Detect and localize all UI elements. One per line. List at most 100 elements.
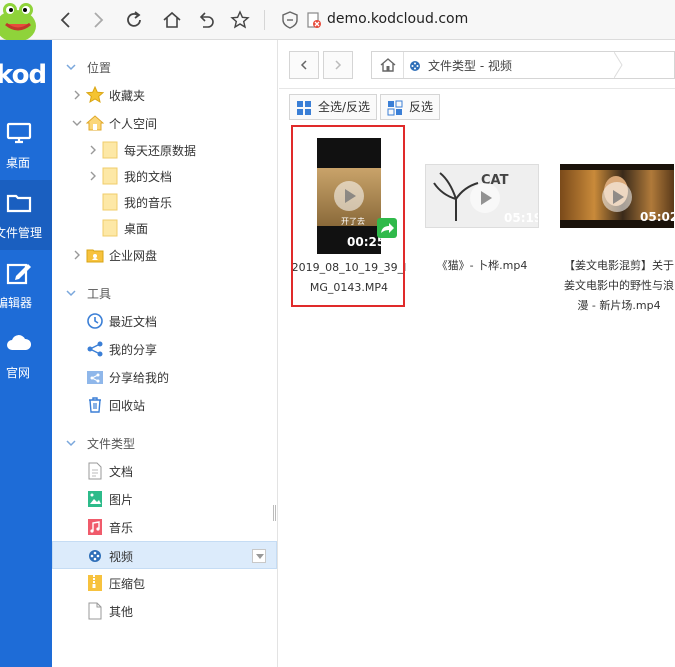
url-address[interactable]: demo.kodcloud.com bbox=[327, 11, 468, 27]
chevron-right-icon bbox=[90, 171, 96, 181]
security-shield[interactable] bbox=[278, 8, 302, 32]
folder-icon bbox=[102, 141, 118, 159]
tree-item-type-music[interactable]: 音乐 bbox=[52, 513, 277, 541]
invert-label: 反选 bbox=[409, 100, 434, 114]
chevron-down-icon bbox=[66, 440, 76, 447]
share-icon bbox=[87, 341, 103, 357]
tree-item-recycle-bin[interactable]: 回收站 bbox=[52, 391, 277, 419]
section-tools[interactable]: 工具 bbox=[52, 279, 277, 307]
tree-item-type-other[interactable]: 其他 bbox=[52, 597, 277, 625]
back-button[interactable] bbox=[54, 8, 78, 32]
tree-item-favorites[interactable]: 收藏夹 bbox=[52, 81, 277, 109]
section-location[interactable]: 位置 bbox=[52, 53, 277, 81]
selection-highlight bbox=[291, 125, 405, 307]
chevron-down-icon bbox=[66, 290, 76, 297]
play-icon bbox=[470, 183, 500, 213]
tree-item-type-video[interactable]: 视频 bbox=[52, 541, 277, 569]
video-duration: 05:02 bbox=[640, 210, 674, 224]
folder-icon bbox=[102, 167, 118, 185]
app-logo: kod bbox=[0, 60, 47, 90]
tree-item-label: 其他 bbox=[109, 605, 134, 619]
play-icon bbox=[602, 182, 632, 212]
frog-avatar-icon bbox=[0, 3, 36, 40]
rail-item-website[interactable]: 官网 bbox=[0, 320, 52, 390]
chevron-left-icon bbox=[300, 60, 307, 70]
rail-item-file-manager[interactable]: 文件管理 bbox=[0, 180, 52, 250]
archive-icon bbox=[88, 575, 102, 591]
tree-item-label: 每天还原数据 bbox=[124, 144, 197, 158]
tree-item-personal-space[interactable]: 个人空间 bbox=[52, 109, 277, 137]
sidebar-tree: 位置 收藏夹 个人空间 每天还原数据 我的文档 我的音乐 桌面 企业网盘 工具 bbox=[52, 40, 278, 667]
tree-item-daily-restore[interactable]: 每天还原数据 bbox=[52, 136, 277, 164]
tree-item-shared-with-me[interactable]: 分享给我的 bbox=[52, 363, 277, 391]
tree-item-type-archive[interactable]: 压缩包 bbox=[52, 569, 277, 597]
rail-item-label: 桌面 bbox=[6, 156, 31, 170]
insecure-site-indicator[interactable] bbox=[302, 8, 326, 32]
tree-item-label: 音乐 bbox=[109, 521, 134, 535]
section-file-types[interactable]: 文件类型 bbox=[52, 429, 277, 457]
bookmark-button[interactable] bbox=[228, 8, 252, 32]
tree-item-label: 桌面 bbox=[124, 222, 149, 236]
rail-item-label: 文件管理 bbox=[0, 226, 43, 240]
tree-item-enterprise[interactable]: 企业网盘 bbox=[52, 241, 277, 269]
tree-item-label: 收藏夹 bbox=[109, 89, 146, 103]
undo-button[interactable] bbox=[195, 8, 219, 32]
folder-icon bbox=[6, 194, 32, 213]
invert-selection-button[interactable]: 反选 bbox=[380, 94, 441, 120]
music-icon bbox=[88, 519, 102, 535]
tree-item-my-share[interactable]: 我的分享 bbox=[52, 335, 277, 363]
item-menu-dropdown[interactable] bbox=[252, 549, 266, 563]
monitor-icon bbox=[6, 122, 32, 144]
star-icon bbox=[230, 10, 250, 29]
section-label: 位置 bbox=[87, 61, 112, 75]
sidebar-resize-handle[interactable] bbox=[273, 505, 276, 521]
file-tile[interactable]: CAT 05:19 《猫》- 卜桦.mp4 bbox=[417, 134, 539, 304]
image-icon bbox=[88, 491, 102, 507]
tree-item-type-image[interactable]: 图片 bbox=[52, 485, 277, 513]
tree-item-label: 最近文档 bbox=[109, 315, 158, 329]
trash-icon bbox=[89, 397, 101, 413]
chevron-right-icon bbox=[74, 90, 80, 100]
rail-item-desktop[interactable]: 桌面 bbox=[0, 110, 52, 180]
path-home-button[interactable] bbox=[372, 52, 404, 78]
tree-item-label: 企业网盘 bbox=[109, 249, 158, 263]
rail-item-editor[interactable]: 编辑器 bbox=[0, 250, 52, 320]
breadcrumb-separator bbox=[614, 52, 623, 78]
breadcrumb[interactable]: 文件类型 - 视频 bbox=[428, 57, 512, 74]
tree-item-my-music[interactable]: 我的音乐 bbox=[52, 188, 277, 216]
path-back-button[interactable] bbox=[289, 51, 319, 79]
path-bar: 文件类型 - 视频 bbox=[289, 51, 675, 79]
file-name: 【姜文电影混剪】关于姜文电影中的野性与浪漫 - 新片场.mp4 bbox=[564, 259, 674, 312]
video-reel-icon bbox=[410, 61, 420, 71]
home-button[interactable] bbox=[160, 8, 184, 32]
invert-grid-icon bbox=[387, 100, 403, 116]
tree-item-my-documents[interactable]: 我的文档 bbox=[52, 162, 277, 190]
document-icon bbox=[88, 462, 102, 480]
reload-button[interactable] bbox=[122, 8, 146, 32]
chevron-right-icon bbox=[94, 12, 104, 28]
chevron-right-icon bbox=[90, 145, 96, 155]
home-folder-icon bbox=[86, 115, 104, 131]
tree-item-label: 分享给我的 bbox=[109, 371, 170, 385]
url-separator bbox=[264, 10, 265, 30]
tree-item-recent[interactable]: 最近文档 bbox=[52, 307, 277, 335]
rail-item-label: 编辑器 bbox=[0, 296, 33, 310]
chevron-down-icon bbox=[66, 64, 76, 71]
grid-select-icon bbox=[297, 101, 311, 115]
tree-item-label: 压缩包 bbox=[109, 577, 146, 591]
tree-item-label: 文档 bbox=[109, 465, 134, 479]
shield-icon bbox=[282, 11, 298, 29]
folder-icon bbox=[102, 193, 118, 211]
tree-item-type-document[interactable]: 文档 bbox=[52, 457, 277, 485]
insecure-page-icon bbox=[307, 12, 321, 28]
path-forward-button[interactable] bbox=[323, 51, 353, 79]
file-name: 《猫》- 卜桦.mp4 bbox=[436, 259, 528, 272]
undo-icon bbox=[199, 12, 214, 28]
tree-item-desktop[interactable]: 桌面 bbox=[52, 214, 277, 242]
select-all-button[interactable]: 全选/反选 bbox=[289, 94, 378, 120]
forward-button[interactable] bbox=[86, 8, 110, 32]
cloud-icon bbox=[7, 335, 32, 350]
file-tile[interactable]: 05:02 【姜文电影混剪】关于姜文电影中的野性与浪漫 - 新片场.mp4 bbox=[555, 134, 675, 312]
section-label: 文件类型 bbox=[87, 437, 136, 451]
home-icon bbox=[163, 11, 181, 28]
